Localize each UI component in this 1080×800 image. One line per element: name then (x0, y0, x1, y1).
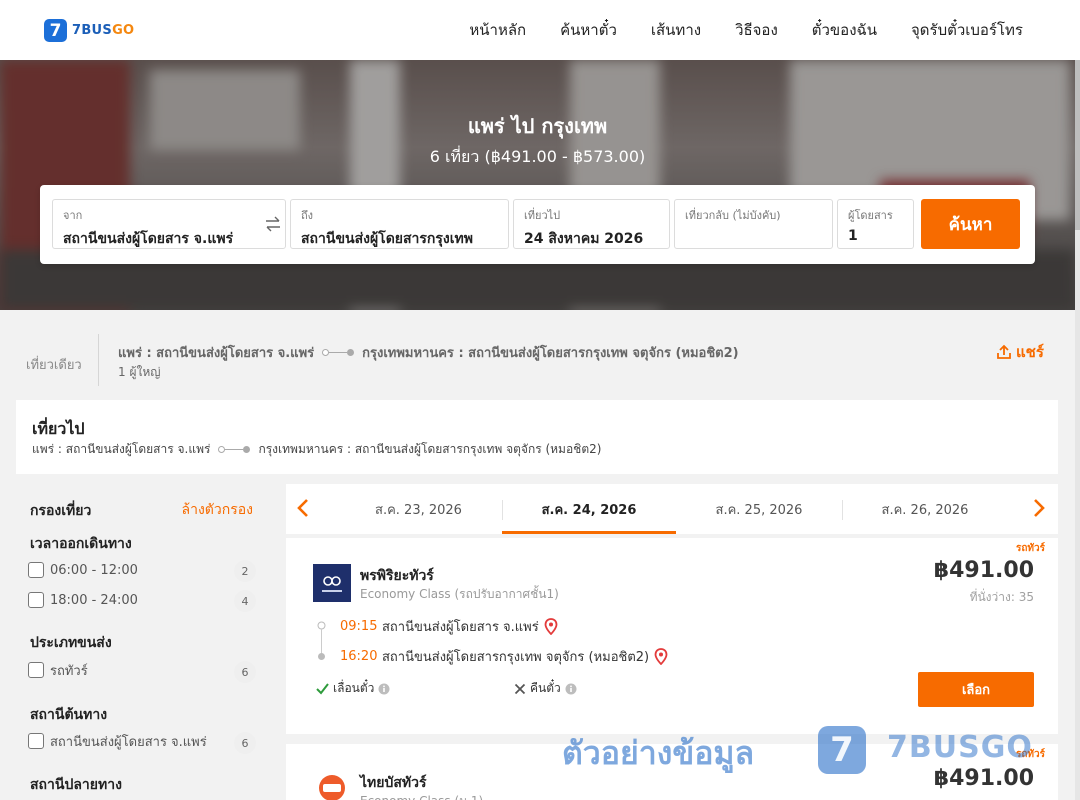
check-icon (316, 682, 329, 695)
nav-home[interactable]: หน้าหลัก (469, 18, 526, 42)
trip-route: แพร่ : สถานีขนส่งผู้โดยสาร จ.แพร่ กรุงเท… (118, 346, 739, 361)
from-field[interactable]: จาก สถานีขนส่งผู้โดยสาร จ.แพร่ (52, 199, 286, 249)
count-badge: 2 (234, 560, 256, 582)
watermark-text: ตัวอย่างข้อมูล (562, 734, 755, 772)
date-tab[interactable]: ส.ค. 23, 2026 (331, 484, 506, 534)
filter-title: กรองเที่ยว (30, 503, 92, 519)
checkbox[interactable] (28, 592, 44, 608)
search-button[interactable]: ค้นหา (921, 199, 1020, 249)
service-class: Economy Class (รถปรับอากาศชั้น1) (360, 587, 559, 601)
count-badge: 6 (234, 661, 256, 683)
trip-result-card[interactable]: รถทัวร์ พรพิริยะทัวร์ Economy Class (รถป… (286, 538, 1058, 734)
route-connector-icon (322, 349, 355, 356)
filter-group-title: เวลาออกเดินทาง (30, 536, 132, 552)
filter-group-title: สถานีต้นทาง (30, 707, 108, 723)
refund-feature: คืนตั๋ว (514, 679, 577, 698)
search-form: จาก สถานีขนส่งผู้โดยสาร จ.แพร่ ถึง สถานี… (40, 185, 1035, 264)
ticket-price: ฿491.00 (933, 558, 1034, 583)
cross-icon (514, 683, 526, 694)
arrival-stop: 16:20 สถานีขนส่งผู้โดยสารกรุงเทพ จตุจักร… (340, 646, 668, 667)
trip-summary: เที่ยวเดียว แพร่ : สถานีขนส่งผู้โดยสาร จ… (0, 330, 1080, 386)
filter-option[interactable]: 18:00 - 24:00 4 (28, 589, 256, 612)
operator-logo-icon (313, 564, 351, 602)
timeline-icon (317, 621, 326, 660)
date-tab[interactable]: ส.ค. 26, 2026 (842, 484, 1008, 534)
date-tab[interactable]: ส.ค. 25, 2026 (676, 484, 842, 534)
reschedule-feature: เลื่อนตั๋ว (316, 679, 390, 698)
nav-how-to-book[interactable]: วิธีจอง (735, 18, 778, 42)
depart-date-field[interactable]: เที่ยวไป 24 สิงหาคม 2026 (513, 199, 670, 249)
passenger-field[interactable]: ผู้โดยสาร 1 (837, 199, 914, 249)
watermark-brand: 7BUSGO (887, 730, 1033, 765)
nav-my-tickets[interactable]: ตั๋วของฉัน (812, 18, 877, 42)
departure-stop: 09:15 สถานีขนส่งผู้โดยสาร จ.แพร่ (340, 616, 558, 637)
watermark-logo-icon: 7 (818, 726, 866, 774)
count-badge: 4 (234, 590, 256, 612)
site-logo[interactable]: 7 7BUSGO (44, 19, 134, 42)
route-connector-icon (218, 446, 251, 453)
filter-group-title: ประเภทขนส่ง (30, 635, 112, 651)
available-seats: ที่นั่งว่าง: 35 (969, 590, 1034, 604)
filter-sidebar: กรองเที่ยว ล้างตัวกรอง เวลาออกเดินทาง 06… (16, 484, 268, 800)
count-badge: 6 (234, 732, 256, 754)
map-pin-icon[interactable] (654, 648, 668, 665)
route-summary: 6 เที่ยว (฿491.00 - ฿573.00) (429, 147, 646, 166)
filter-group-title: สถานีปลายทาง (30, 777, 122, 793)
checkbox[interactable] (28, 562, 44, 578)
operator-name: ไทยบัสทัวร์ (360, 775, 427, 791)
filter-option[interactable]: 06:00 - 12:00 2 (28, 559, 256, 582)
date-tab-active[interactable]: ส.ค. 24, 2026 (502, 484, 676, 534)
to-field[interactable]: ถึง สถานีขนส่งผู้โดยสารกรุงเทพ (290, 199, 509, 249)
info-icon[interactable] (565, 683, 577, 695)
operator-name: พรพิริยะทัวร์ (360, 568, 434, 584)
filter-option[interactable]: สถานีขนส่งผู้โดยสาร จ.แพร่ 6 (28, 730, 256, 754)
logo-mark: 7 (44, 19, 67, 42)
chevron-right-icon[interactable] (1032, 497, 1046, 519)
return-date-field[interactable]: เที่ยวกลับ (ไม่บังคับ) (674, 199, 833, 249)
checkbox[interactable] (28, 733, 44, 749)
service-class: Economy Class (ม.1) (360, 792, 483, 800)
select-trip-button[interactable]: เลือก (918, 672, 1034, 707)
share-icon (997, 344, 1011, 359)
clear-filters-link[interactable]: ล้างตัวกรอง (182, 499, 253, 521)
map-pin-icon[interactable] (544, 618, 558, 635)
passenger-count: 1 ผู้ใหญ่ (118, 365, 161, 379)
outbound-route: แพร่ : สถานีขนส่งผู้โดยสาร จ.แพร่ กรุงเท… (32, 442, 602, 456)
trip-type: เที่ยวเดียว (26, 358, 82, 373)
top-navbar: 7 7BUSGO หน้าหลัก ค้นหาตั๋ว เส้นทาง วิธี… (0, 0, 1080, 60)
ticket-price: ฿491.00 (933, 766, 1034, 791)
chevron-left-icon[interactable] (296, 497, 310, 519)
outbound-title: เที่ยวไป (32, 419, 85, 438)
nav-search-ticket[interactable]: ค้นหาตั๋ว (560, 18, 617, 42)
main-nav: หน้าหลัก ค้นหาตั๋ว เส้นทาง วิธีจอง ตั๋วข… (469, 0, 1023, 60)
outbound-section: เที่ยวไป แพร่ : สถานีขนส่งผู้โดยสาร จ.แพ… (16, 400, 1058, 474)
operator-logo-icon (319, 775, 345, 800)
logo-text: 7BUSGO (72, 23, 135, 38)
nav-ticket-pickup[interactable]: จุดรับตั๋วเบอร์โทร (911, 18, 1023, 42)
info-icon[interactable] (378, 683, 390, 695)
nav-routes[interactable]: เส้นทาง (651, 18, 701, 42)
share-button[interactable]: แชร์ (996, 340, 1044, 364)
route-title: แพร่ ไป กรุงเทพ (467, 114, 608, 138)
swap-icon[interactable] (264, 216, 282, 232)
date-tabs: ส.ค. 23, 2026 ส.ค. 24, 2026 ส.ค. 25, 202… (286, 484, 1058, 534)
page-scrollbar[interactable] (1075, 0, 1080, 800)
filter-option[interactable]: รถทัวร์ 6 (28, 659, 256, 683)
checkbox[interactable] (28, 662, 44, 678)
vehicle-type-badge: รถทัวร์ (1015, 543, 1045, 554)
